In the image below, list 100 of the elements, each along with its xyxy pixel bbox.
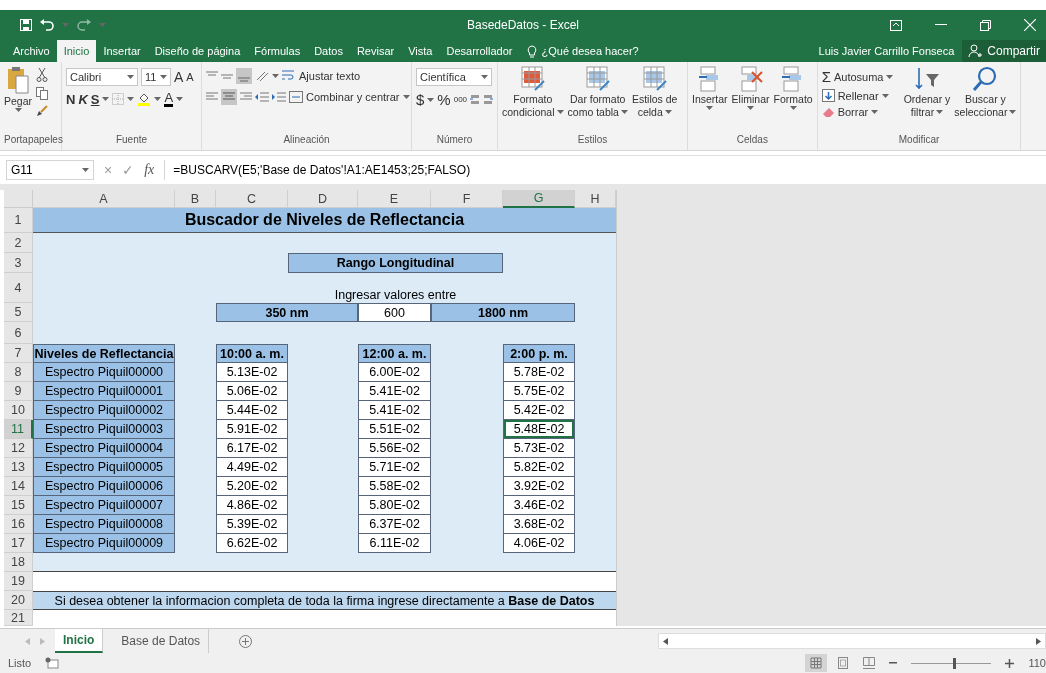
row-header[interactable]: 16 (4, 515, 33, 534)
share-button[interactable]: Compartir (962, 40, 1046, 62)
row-header[interactable]: 4 (4, 273, 33, 303)
row-header[interactable]: 20 (4, 591, 33, 610)
page-break-icon[interactable] (863, 657, 876, 669)
caret-icon[interactable] (154, 97, 162, 101)
ribbon-tab[interactable]: Inicio (56, 40, 97, 62)
row-header[interactable]: 5 (4, 303, 33, 322)
scroll-right-icon[interactable] (1036, 637, 1041, 645)
row-header[interactable]: 3 (4, 253, 33, 273)
fill-color-icon[interactable] (137, 92, 152, 106)
row-header[interactable]: 18 (4, 553, 33, 572)
ribbon-tab[interactable]: Datos (307, 40, 350, 62)
cells-button[interactable]: Insertar (692, 66, 728, 110)
ribbon-tab[interactable]: Fórmulas (247, 40, 308, 62)
add-sheet-icon[interactable] (239, 634, 253, 648)
minimize-icon[interactable] (935, 24, 947, 26)
row-header[interactable]: 10 (4, 401, 33, 420)
caret-icon[interactable] (102, 97, 110, 101)
thousands-button[interactable]: 000 (453, 95, 468, 104)
row-header[interactable]: 7 (4, 344, 33, 363)
paste-button[interactable]: Pegar (4, 66, 33, 112)
normal-view-icon[interactable] (805, 654, 828, 672)
page-layout-icon[interactable] (837, 657, 850, 669)
close-icon[interactable] (1024, 19, 1036, 31)
italic-button[interactable]: K (78, 91, 88, 107)
user-name[interactable]: Luis Javier Carrillo Fonseca (818, 45, 963, 57)
bold-button[interactable]: N (66, 91, 76, 107)
row-header[interactable]: 17 (4, 534, 33, 553)
number-format-field[interactable]: Científica (416, 68, 492, 86)
zoom-slider-thumb[interactable] (952, 657, 956, 669)
row-header[interactable]: 11 (4, 420, 33, 439)
currency-button[interactable]: $ (416, 91, 425, 108)
percent-button[interactable]: % (437, 91, 451, 108)
caret-icon[interactable] (127, 97, 135, 101)
ribbon-tab[interactable]: Desarrollador (439, 40, 520, 62)
increase-decimal-icon[interactable] (470, 93, 481, 106)
format-painter-icon[interactable] (36, 105, 49, 117)
sheet-tab[interactable]: Inicio (55, 629, 104, 653)
caret-icon[interactable] (176, 97, 184, 101)
row-header[interactable]: 9 (4, 382, 33, 401)
column-header[interactable]: D (288, 190, 358, 208)
merge-center-button[interactable]: Combinar y centrar (289, 91, 410, 103)
undo-icon[interactable] (40, 19, 54, 31)
clear-button[interactable]: Borrar (821, 106, 900, 118)
name-box[interactable]: G11 (6, 160, 94, 180)
underline-button[interactable]: S (90, 91, 100, 107)
column-header[interactable]: C (216, 190, 288, 208)
column-header[interactable]: B (175, 190, 216, 208)
zoom-level[interactable]: 110 (1028, 657, 1046, 669)
column-header[interactable]: H (575, 190, 616, 208)
styles-button[interactable]: Dar formato como tabla (567, 66, 628, 118)
row-header[interactable]: 1 (4, 208, 33, 233)
shrink-font-button[interactable]: A (186, 71, 194, 83)
cells-button[interactable]: Formato (773, 66, 813, 110)
restore-icon[interactable] (980, 19, 991, 31)
range-input-cell[interactable]: 600 (358, 303, 431, 322)
column-header[interactable]: E (358, 190, 431, 208)
cells-button[interactable]: Eliminar (731, 66, 770, 110)
row-header[interactable]: 2 (4, 233, 33, 253)
text-orientation-icon[interactable] (255, 70, 269, 82)
fill-button[interactable]: Rellenar (821, 89, 900, 102)
ribbon-display-icon[interactable] (890, 19, 902, 31)
font-name-field[interactable]: Calibri (66, 68, 138, 86)
wrap-text-button[interactable]: Ajustar texto (282, 70, 361, 82)
redo-icon[interactable] (77, 19, 91, 31)
autosum-button[interactable]: Σ Autosuma (821, 68, 900, 85)
row-header[interactable]: 6 (4, 322, 33, 344)
horizontal-scrollbar[interactable] (658, 633, 1046, 649)
macro-record-icon[interactable] (45, 657, 60, 669)
save-icon[interactable] (20, 19, 32, 31)
font-color-button[interactable]: A (164, 91, 174, 107)
sort-filter-button[interactable]: Ordenar y filtrar (903, 66, 951, 118)
ribbon-tab[interactable]: Revisar (349, 40, 402, 62)
decrease-decimal-icon[interactable] (483, 93, 494, 106)
row-header[interactable]: 8 (4, 363, 33, 382)
grow-font-button[interactable]: A (174, 69, 184, 85)
column-header[interactable]: A (33, 190, 175, 208)
zoom-in-icon[interactable] (1005, 658, 1015, 668)
styles-button[interactable]: Formato condicional (502, 66, 564, 118)
tell-me-search[interactable]: ¿Qué desea hacer? (541, 45, 639, 57)
row-header[interactable]: 15 (4, 496, 33, 515)
ribbon-tab[interactable]: Archivo (6, 40, 57, 62)
scroll-left-icon[interactable] (663, 637, 668, 645)
copy-icon[interactable] (36, 87, 51, 100)
caret-icon[interactable] (272, 74, 279, 78)
styles-button[interactable]: Estilos de celda (631, 66, 678, 118)
ribbon-tab[interactable]: Diseño de página (147, 40, 248, 62)
row-header[interactable]: 21 (4, 610, 33, 626)
formula-field[interactable]: =BUSCARV(E5;'Base de Datos'!A1:AE1453;25;FALSO) (164, 160, 1040, 180)
row-header[interactable]: 14 (4, 477, 33, 496)
ribbon-tab[interactable]: Insertar (96, 40, 148, 62)
insert-function-button[interactable]: fx (144, 162, 155, 178)
row-header[interactable]: 12 (4, 439, 33, 458)
caret-icon[interactable] (427, 97, 435, 102)
find-select-button[interactable]: Buscar y seleccionar (954, 66, 1017, 118)
decrease-indent-icon[interactable] (255, 92, 269, 102)
ribbon-tab[interactable]: Vista (401, 40, 440, 62)
scissors-icon[interactable] (36, 68, 49, 82)
column-header[interactable]: G (503, 190, 575, 208)
